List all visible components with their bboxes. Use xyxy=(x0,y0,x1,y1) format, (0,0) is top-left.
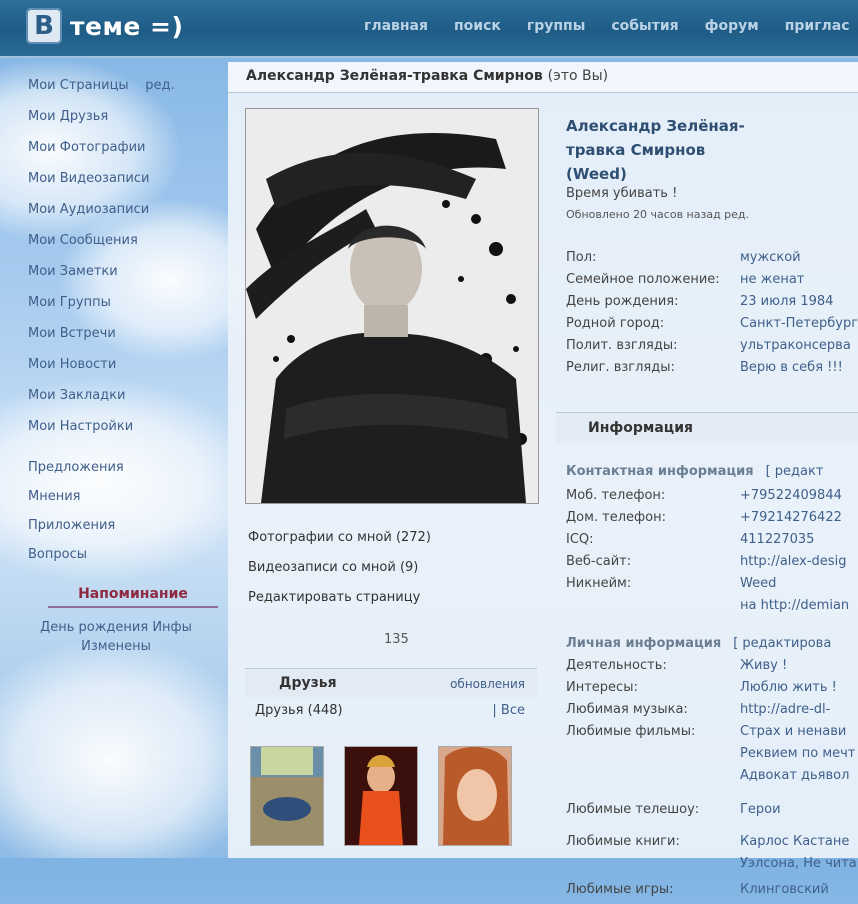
top-bar: B теме =) главная поиск группы события ф… xyxy=(0,0,858,58)
info-row: Полит. взгляды: ультраконсерва xyxy=(566,338,851,353)
sidebar-item-my-page[interactable]: Мои Страницы ред. xyxy=(28,74,218,105)
edit-link[interactable]: ред. xyxy=(145,78,174,93)
nav-home[interactable]: главная xyxy=(364,18,428,34)
info-row: Никнейм: Weed xyxy=(566,576,777,591)
view-counter: 135 xyxy=(384,632,409,647)
friend-avatar[interactable] xyxy=(250,746,324,846)
videos-with-me-link[interactable]: Видеозаписи со мной (9) xyxy=(248,556,548,586)
friends-count: Друзья (448) xyxy=(255,703,343,718)
friend-avatar[interactable] xyxy=(438,746,512,846)
top-navigation: главная поиск группы события форум пригл… xyxy=(364,18,858,34)
info-row: Моб. телефон: +79522409844 xyxy=(566,488,842,503)
sidebar-item-apps[interactable]: Приложения xyxy=(28,514,218,543)
basic-info: Пол: мужской Семейное положение: не женат … xyxy=(566,250,858,382)
status-updated: Обновлено 20 часов назад ред. xyxy=(566,208,750,221)
friends-all-link[interactable]: | Все xyxy=(492,703,525,718)
info-row: Религ. взгляды: Верю в себя !!! xyxy=(566,360,843,375)
profile-status[interactable]: Время убивать ! xyxy=(566,186,677,201)
nav-forum[interactable]: форум xyxy=(705,18,759,34)
info-row: Любимые фильмы: Страх и ненави xyxy=(566,724,847,739)
sidebar-item-friends[interactable]: Мои Друзья xyxy=(28,105,218,136)
info-row: Любимая музыка: http://adre-dl- xyxy=(566,702,831,717)
info-section-header: Информация xyxy=(556,412,858,443)
sidebar-item-photos[interactable]: Мои Фотографии xyxy=(28,136,218,167)
info-row: Родной город: Санкт-Петербург xyxy=(566,316,858,331)
personal-edit-link[interactable]: [ редактирова xyxy=(733,636,831,651)
site-logo[interactable]: B теме =) xyxy=(26,8,183,44)
sidebar-item-videos[interactable]: Мои Видеозаписи xyxy=(28,167,218,198)
nav-search[interactable]: поиск xyxy=(454,18,501,34)
contact-edit-link[interactable]: [ редакт xyxy=(766,464,824,479)
edit-page-link[interactable]: Редактировать страницу xyxy=(248,586,548,616)
friends-box: Друзья обновления Друзья (448) | Все xyxy=(245,668,537,858)
personal-info: Деятельность: Живу ! Интересы: Люблю жить … xyxy=(566,658,858,904)
friend-avatar[interactable] xyxy=(344,746,418,846)
logo-badge: B xyxy=(26,8,62,44)
info-row: Уэлсона, Не чита xyxy=(740,856,857,871)
nav-invite[interactable]: приглас xyxy=(785,18,850,34)
profile-panel: Александр Зелёная-травка Смирнов (это Вы… xyxy=(228,62,858,897)
friends-header: Друзья обновления xyxy=(245,668,537,697)
reminder-title: Напоминание xyxy=(48,586,218,608)
logo-text: теме =) xyxy=(70,11,184,41)
reminder-text[interactable]: День рождения Инфы Изменены xyxy=(18,618,214,656)
contact-header: Контактная информация[ редакт xyxy=(566,464,824,479)
sidebar-item-opinions[interactable]: Мнения xyxy=(28,485,218,514)
personal-header: Личная информация[ редактирова xyxy=(566,636,832,651)
info-row: на http://demian xyxy=(740,598,850,613)
info-row: Пол: мужской xyxy=(566,250,801,265)
friends-thumbnails xyxy=(250,746,512,846)
sidebar-item-notes[interactable]: Мои Заметки xyxy=(28,260,218,291)
profile-photo[interactable] xyxy=(245,108,539,504)
info-row: Семейное положение: не женат xyxy=(566,272,805,287)
info-row: Реквием по мечт xyxy=(740,746,856,761)
sidebar-item-groups[interactable]: Мои Группы xyxy=(28,291,218,322)
sidebar-item-bookmarks[interactable]: Мои Закладки xyxy=(28,384,218,415)
sidebar-item-offers[interactable]: Предложения xyxy=(28,456,218,485)
sidebar-item-settings[interactable]: Мои Настройки xyxy=(28,415,218,446)
profile-links: Фотографии со мной (272) Видеозаписи со … xyxy=(248,526,548,616)
info-row: Любимые игры: Клинговский xyxy=(566,882,829,897)
info-row: Любимые телешоу: Герои xyxy=(566,802,781,817)
info-row: Адвокат дьявол xyxy=(740,768,850,783)
nav-events[interactable]: события xyxy=(611,18,678,34)
info-row: ICQ: 411227035 xyxy=(566,532,815,547)
info-row: Деятельность: Живу ! xyxy=(566,658,788,673)
sidebar-item-questions[interactable]: Вопросы xyxy=(28,543,218,572)
sidebar-item-news[interactable]: Мои Новости xyxy=(28,353,218,384)
sidebar-item-meetings[interactable]: Мои Встречи xyxy=(28,322,218,353)
contact-info: Моб. телефон: +79522409844 Дом. телефон: +… xyxy=(566,488,858,620)
left-sidebar: Мои Страницы ред. Мои Друзья Мои Фотогра… xyxy=(28,74,218,656)
nav-groups[interactable]: группы xyxy=(527,18,585,34)
info-row: Веб-сайт: http://alex-desig xyxy=(566,554,847,569)
info-row: Интересы: Люблю жить ! xyxy=(566,680,837,695)
info-row: Любимые книги: Карлос Кастане xyxy=(566,834,850,849)
info-row: Дом. телефон: +79214276422 xyxy=(566,510,842,525)
profile-header: Александр Зелёная-травка Смирнов (это Вы… xyxy=(228,62,858,93)
page-title: Александр Зелёная-травка Смирнов (это Вы… xyxy=(246,68,609,84)
photos-with-me-link[interactable]: Фотографии со мной (272) xyxy=(248,526,548,556)
sidebar-item-audio[interactable]: Мои Аудиозаписи xyxy=(28,198,218,229)
friends-count-row: Друзья (448) | Все xyxy=(245,697,537,727)
sidebar-item-messages[interactable]: Мои Сообщения xyxy=(28,229,218,260)
info-row: День рождения: 23 июля 1984 xyxy=(566,294,834,309)
friends-updates-link[interactable]: обновления xyxy=(450,677,525,691)
friends-title: Друзья xyxy=(279,675,337,691)
profile-name: Александр Зелёная-травка Смирнов (Weed) xyxy=(566,117,745,183)
